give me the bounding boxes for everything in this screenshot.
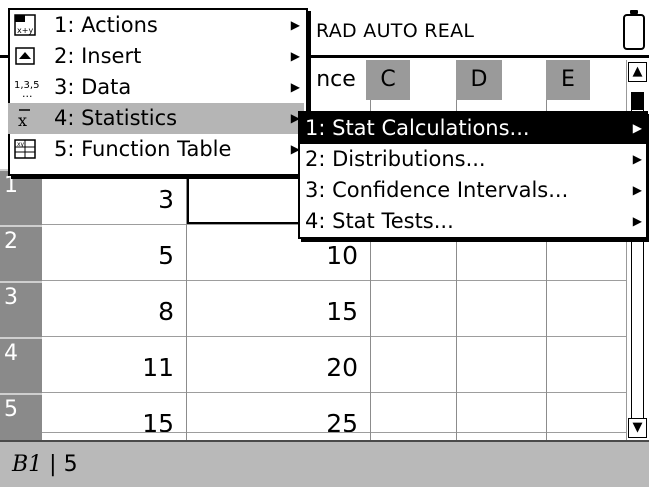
row-number[interactable]: 2 (0, 225, 42, 281)
svg-text:x: x (18, 111, 27, 129)
menu-item-label: 3: Data (54, 75, 132, 99)
column-header-e-fill (590, 60, 626, 100)
submenu-item-stat-tests[interactable]: 4: Stat Tests... ▶ (300, 206, 646, 237)
table-cell-b[interactable]: 20 (186, 337, 370, 393)
column-header-b[interactable]: nce (310, 60, 362, 100)
row-number[interactable]: 4 (0, 337, 42, 393)
menu-item-statistics[interactable]: x 4: Statistics ▶ (8, 103, 304, 134)
table-cell-a[interactable]: 3 (42, 169, 186, 225)
submenu-arrow-icon: ▶ (632, 214, 642, 228)
submenu-arrow-icon: ▶ (290, 80, 300, 94)
entry-line-cell-ref: B1 (12, 452, 43, 477)
column-header-d-fill (502, 60, 546, 100)
column-header-d[interactable]: D (456, 60, 502, 100)
menu-item-label: 1: Actions (54, 13, 158, 37)
grid-line (42, 280, 626, 281)
menu-item-label: 2: Insert (54, 44, 142, 68)
submenu-item-stat-calculations[interactable]: 1: Stat Calculations... ▶ (300, 113, 646, 144)
entry-line-text[interactable]: B1 | 5 (12, 452, 78, 477)
row-number[interactable]: 1 (0, 169, 42, 225)
status-text: RAD AUTO REAL (316, 20, 475, 42)
submenu-item-distributions[interactable]: 2: Distributions... ▶ (300, 144, 646, 175)
table-cell-a[interactable]: 8 (42, 281, 186, 337)
column-header-c-fill (410, 60, 456, 100)
insert-icon (14, 45, 36, 67)
row-number[interactable]: 3 (0, 281, 42, 337)
submenu-arrow-icon: ▶ (290, 49, 300, 63)
entry-line[interactable] (0, 440, 649, 487)
submenu-arrow-icon: ▶ (632, 121, 642, 135)
actions-icon: x+y (14, 14, 36, 36)
menu-item-function-table[interactable]: xy 5: Function Table ▶ (8, 134, 304, 165)
scrollbar-thumb-marker (631, 92, 644, 110)
menu-item-label: 5: Function Table (54, 137, 232, 161)
grid-line (42, 432, 626, 433)
svg-text:x+y: x+y (17, 26, 33, 35)
submenu-item-label: 2: Distributions... (305, 147, 486, 171)
menu-item-data[interactable]: 1,3,5... 3: Data ▶ (8, 72, 304, 103)
submenu-item-label: 4: Stat Tests... (305, 209, 454, 233)
submenu-arrow-icon: ▶ (632, 183, 642, 197)
submenu-arrow-icon: ▶ (290, 18, 300, 32)
menu-item-label: 4: Statistics (54, 106, 178, 130)
battery-icon (623, 10, 645, 50)
column-header-c[interactable]: C (366, 60, 410, 100)
grid-line (42, 336, 626, 337)
data-icon: 1,3,5... (14, 76, 39, 100)
statistics-icon: x (14, 107, 36, 130)
table-cell-a[interactable]: 11 (42, 337, 186, 393)
grid-line (42, 392, 626, 393)
submenu-arrow-icon: ▶ (632, 152, 642, 166)
entry-line-value[interactable]: 5 (64, 452, 78, 477)
table-cell-b[interactable]: 15 (186, 281, 370, 337)
svg-text:xy: xy (17, 141, 25, 148)
svg-text:...: ... (22, 87, 33, 98)
column-header-e[interactable]: E (546, 60, 590, 100)
scroll-up-arrow-icon[interactable]: ▲ (628, 62, 647, 82)
menu-item-actions[interactable]: x+y 1: Actions ▶ (8, 10, 304, 41)
entry-line-separator: | (49, 452, 57, 477)
submenu-item-confidence-intervals[interactable]: 3: Confidence Intervals... ▶ (300, 175, 646, 206)
scroll-down-arrow-icon[interactable]: ▼ (628, 418, 647, 438)
submenu-item-label: 3: Confidence Intervals... (305, 178, 569, 202)
table-cell-a[interactable]: 5 (42, 225, 186, 281)
submenu-item-label: 1: Stat Calculations... (305, 116, 530, 140)
menu-item-insert[interactable]: 2: Insert ▶ (8, 41, 304, 72)
function-table-icon: xy (14, 138, 36, 160)
